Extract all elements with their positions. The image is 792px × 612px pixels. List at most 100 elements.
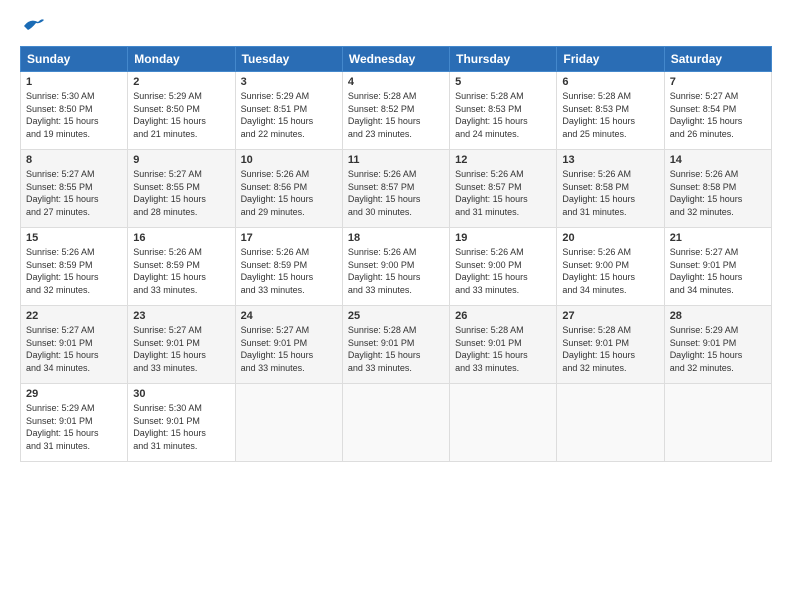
day-number: 8 [26, 154, 122, 166]
calendar-day-cell: 23 Sunrise: 5:27 AM Sunset: 9:01 PM Dayli… [128, 306, 235, 384]
day-info: Sunrise: 5:29 AM Sunset: 9:01 PM Dayligh… [26, 402, 122, 452]
day-info: Sunrise: 5:30 AM Sunset: 9:01 PM Dayligh… [133, 402, 229, 452]
calendar-weekday-friday: Friday [557, 47, 664, 72]
calendar-day-cell [450, 384, 557, 462]
day-number: 11 [348, 154, 444, 166]
calendar-day-cell [557, 384, 664, 462]
calendar-day-cell: 19 Sunrise: 5:26 AM Sunset: 9:00 PM Dayli… [450, 228, 557, 306]
calendar-day-cell [235, 384, 342, 462]
calendar-weekday-monday: Monday [128, 47, 235, 72]
calendar-day-cell: 27 Sunrise: 5:28 AM Sunset: 9:01 PM Dayli… [557, 306, 664, 384]
calendar-day-cell: 18 Sunrise: 5:26 AM Sunset: 9:00 PM Dayli… [342, 228, 449, 306]
calendar-day-cell: 9 Sunrise: 5:27 AM Sunset: 8:55 PM Daylig… [128, 150, 235, 228]
calendar-week-row: 8 Sunrise: 5:27 AM Sunset: 8:55 PM Daylig… [21, 150, 772, 228]
calendar-day-cell: 16 Sunrise: 5:26 AM Sunset: 8:59 PM Dayli… [128, 228, 235, 306]
day-info: Sunrise: 5:28 AM Sunset: 9:01 PM Dayligh… [348, 324, 444, 374]
calendar-day-cell: 22 Sunrise: 5:27 AM Sunset: 9:01 PM Dayli… [21, 306, 128, 384]
day-info: Sunrise: 5:27 AM Sunset: 9:01 PM Dayligh… [26, 324, 122, 374]
day-number: 10 [241, 154, 337, 166]
day-number: 12 [455, 154, 551, 166]
day-number: 4 [348, 76, 444, 88]
calendar-day-cell: 29 Sunrise: 5:29 AM Sunset: 9:01 PM Dayli… [21, 384, 128, 462]
day-number: 26 [455, 310, 551, 322]
calendar-day-cell: 12 Sunrise: 5:26 AM Sunset: 8:57 PM Dayli… [450, 150, 557, 228]
day-info: Sunrise: 5:27 AM Sunset: 9:01 PM Dayligh… [670, 246, 766, 296]
day-info: Sunrise: 5:29 AM Sunset: 8:51 PM Dayligh… [241, 90, 337, 140]
day-info: Sunrise: 5:26 AM Sunset: 8:57 PM Dayligh… [348, 168, 444, 218]
day-info: Sunrise: 5:28 AM Sunset: 9:01 PM Dayligh… [562, 324, 658, 374]
day-number: 6 [562, 76, 658, 88]
calendar-day-cell [664, 384, 771, 462]
calendar-week-row: 15 Sunrise: 5:26 AM Sunset: 8:59 PM Dayli… [21, 228, 772, 306]
day-number: 24 [241, 310, 337, 322]
day-info: Sunrise: 5:26 AM Sunset: 9:00 PM Dayligh… [562, 246, 658, 296]
calendar-day-cell [342, 384, 449, 462]
day-info: Sunrise: 5:26 AM Sunset: 8:59 PM Dayligh… [241, 246, 337, 296]
calendar-day-cell: 7 Sunrise: 5:27 AM Sunset: 8:54 PM Daylig… [664, 72, 771, 150]
calendar-day-cell: 2Sunrise: 5:29 AM Sunset: 8:50 PM Daylig… [128, 72, 235, 150]
day-number: 15 [26, 232, 122, 244]
calendar-day-cell: 17 Sunrise: 5:26 AM Sunset: 8:59 PM Dayli… [235, 228, 342, 306]
day-number: 27 [562, 310, 658, 322]
calendar-day-cell: 11 Sunrise: 5:26 AM Sunset: 8:57 PM Dayli… [342, 150, 449, 228]
header [20, 16, 772, 36]
day-info: Sunrise: 5:26 AM Sunset: 8:59 PM Dayligh… [133, 246, 229, 296]
day-info: Sunrise: 5:29 AM Sunset: 8:50 PM Dayligh… [133, 90, 229, 140]
calendar-day-cell: 5Sunrise: 5:28 AM Sunset: 8:53 PM Daylig… [450, 72, 557, 150]
calendar-weekday-saturday: Saturday [664, 47, 771, 72]
calendar-day-cell: 30 Sunrise: 5:30 AM Sunset: 9:01 PM Dayli… [128, 384, 235, 462]
day-info: Sunrise: 5:26 AM Sunset: 8:58 PM Dayligh… [670, 168, 766, 218]
day-info: Sunrise: 5:27 AM Sunset: 8:55 PM Dayligh… [26, 168, 122, 218]
logo-bird-icon [22, 16, 46, 36]
day-number: 28 [670, 310, 766, 322]
calendar-day-cell: 28 Sunrise: 5:29 AM Sunset: 9:01 PM Dayli… [664, 306, 771, 384]
day-info: Sunrise: 5:29 AM Sunset: 9:01 PM Dayligh… [670, 324, 766, 374]
day-number: 23 [133, 310, 229, 322]
calendar-day-cell: 24Sunrise: 5:27 AM Sunset: 9:01 PM Dayli… [235, 306, 342, 384]
day-info: Sunrise: 5:26 AM Sunset: 8:57 PM Dayligh… [455, 168, 551, 218]
calendar-week-row: 29 Sunrise: 5:29 AM Sunset: 9:01 PM Dayli… [21, 384, 772, 462]
day-number: 19 [455, 232, 551, 244]
calendar-day-cell: 10 Sunrise: 5:26 AM Sunset: 8:56 PM Dayli… [235, 150, 342, 228]
day-info: Sunrise: 5:26 AM Sunset: 8:58 PM Dayligh… [562, 168, 658, 218]
calendar-day-cell: 14 Sunrise: 5:26 AM Sunset: 8:58 PM Dayli… [664, 150, 771, 228]
calendar-day-cell: 6 Sunrise: 5:28 AM Sunset: 8:53 PM Daylig… [557, 72, 664, 150]
day-info: Sunrise: 5:26 AM Sunset: 9:00 PM Dayligh… [455, 246, 551, 296]
calendar-day-cell: 25 Sunrise: 5:28 AM Sunset: 9:01 PM Dayli… [342, 306, 449, 384]
day-number: 3 [241, 76, 337, 88]
calendar-day-cell: 13 Sunrise: 5:26 AM Sunset: 8:58 PM Dayli… [557, 150, 664, 228]
calendar-table: SundayMondayTuesdayWednesdayThursdayFrid… [20, 46, 772, 462]
day-number: 30 [133, 388, 229, 400]
day-number: 7 [670, 76, 766, 88]
calendar-day-cell: 20 Sunrise: 5:26 AM Sunset: 9:00 PM Dayli… [557, 228, 664, 306]
page: SundayMondayTuesdayWednesdayThursdayFrid… [0, 0, 792, 612]
day-number: 29 [26, 388, 122, 400]
day-number: 9 [133, 154, 229, 166]
calendar-day-cell: 26 Sunrise: 5:28 AM Sunset: 9:01 PM Dayli… [450, 306, 557, 384]
day-number: 22 [26, 310, 122, 322]
day-info: Sunrise: 5:30 AM Sunset: 8:50 PM Dayligh… [26, 90, 122, 140]
day-number: 5 [455, 76, 551, 88]
day-number: 18 [348, 232, 444, 244]
calendar-weekday-sunday: Sunday [21, 47, 128, 72]
day-info: Sunrise: 5:27 AM Sunset: 9:01 PM Dayligh… [133, 324, 229, 374]
day-number: 25 [348, 310, 444, 322]
day-number: 13 [562, 154, 658, 166]
day-number: 20 [562, 232, 658, 244]
calendar-header-row: SundayMondayTuesdayWednesdayThursdayFrid… [21, 47, 772, 72]
calendar-day-cell: 1 Sunrise: 5:30 AM Sunset: 8:50 PM Daylig… [21, 72, 128, 150]
day-info: Sunrise: 5:27 AM Sunset: 8:55 PM Dayligh… [133, 168, 229, 218]
day-number: 14 [670, 154, 766, 166]
day-number: 1 [26, 76, 122, 88]
day-number: 17 [241, 232, 337, 244]
day-number: 16 [133, 232, 229, 244]
day-info: Sunrise: 5:28 AM Sunset: 9:01 PM Dayligh… [455, 324, 551, 374]
day-info: Sunrise: 5:26 AM Sunset: 8:56 PM Dayligh… [241, 168, 337, 218]
day-info: Sunrise: 5:26 AM Sunset: 9:00 PM Dayligh… [348, 246, 444, 296]
logo [20, 16, 46, 36]
day-info: Sunrise: 5:28 AM Sunset: 8:53 PM Dayligh… [562, 90, 658, 140]
calendar-day-cell: 3 Sunrise: 5:29 AM Sunset: 8:51 PM Daylig… [235, 72, 342, 150]
day-number: 21 [670, 232, 766, 244]
calendar-weekday-wednesday: Wednesday [342, 47, 449, 72]
day-info: Sunrise: 5:27 AM Sunset: 8:54 PM Dayligh… [670, 90, 766, 140]
